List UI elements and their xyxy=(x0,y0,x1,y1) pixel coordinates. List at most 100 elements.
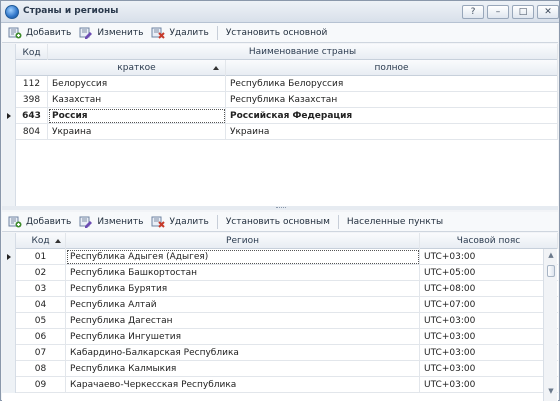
toolbar-separator xyxy=(337,214,339,229)
row-indicator-current xyxy=(2,249,16,265)
region-row-06[interactable]: 06 Республика Ингушетия UTC+03:00 xyxy=(2,329,558,345)
regions-code-header-label: Код xyxy=(31,236,50,246)
regions-edit-button[interactable]: Изменить xyxy=(79,216,143,228)
current-row-icon xyxy=(7,113,11,119)
row-indicator xyxy=(2,313,16,329)
delete-icon xyxy=(151,27,166,39)
country-row-398[interactable]: 398 Казахстан Республика Казахстан xyxy=(2,92,558,108)
row-indicator-header xyxy=(2,233,16,249)
help-button[interactable]: ? xyxy=(462,5,484,19)
region-row-03[interactable]: 03 Республика Бурятия UTC+08:00 xyxy=(2,281,558,297)
regions-region-header[interactable]: Регион xyxy=(66,233,420,249)
regions-toolbar: Добавить Изменить Удалить Установить осн… xyxy=(2,212,558,232)
region-name-cell: Карачаево-Черкесская Республика xyxy=(66,377,420,393)
regions-vertical-scrollbar[interactable]: ▲ ▼ xyxy=(543,249,557,401)
countries-delete-button[interactable]: Удалить xyxy=(151,27,209,39)
region-code-cell: 02 xyxy=(16,265,66,281)
countries-short-header[interactable]: краткое xyxy=(48,60,226,76)
regions-localities-label: Населенные пункты xyxy=(346,216,444,227)
region-name-cell: Кабардино-Балкарская Республика xyxy=(66,345,420,361)
countries-short-header-label: краткое xyxy=(117,63,156,73)
region-timezone-cell: UTC+03:00 xyxy=(420,249,544,265)
region-row-05[interactable]: 05 Республика Дагестан UTC+03:00 xyxy=(2,313,558,329)
current-row-icon xyxy=(7,254,11,260)
toolbar-separator xyxy=(216,25,218,40)
row-indicator-header xyxy=(2,44,16,60)
region-timezone-cell: UTC+03:00 xyxy=(420,329,544,345)
globe-icon xyxy=(5,5,19,19)
countries-edit-button[interactable]: Изменить xyxy=(79,27,143,39)
region-code-cell: 06 xyxy=(16,329,66,345)
region-row-02[interactable]: 02 Республика Башкортостан UTC+05:00 xyxy=(2,265,558,281)
region-row-07[interactable]: 07 Кабардино-Балкарская Республика UTC+0… xyxy=(2,345,558,361)
countries-delete-label: Удалить xyxy=(169,27,209,38)
row-indicator xyxy=(2,361,16,377)
countries-set-default-button[interactable]: Установить основной xyxy=(226,28,328,38)
countries-full-header[interactable]: полное xyxy=(226,60,558,76)
country-short-cell: Белоруссия xyxy=(48,76,226,92)
edit-icon xyxy=(79,27,93,39)
sort-ascending-icon xyxy=(213,66,219,70)
regions-delete-label: Удалить xyxy=(169,216,209,227)
regions-set-default-button[interactable]: Установить основным xyxy=(226,217,330,227)
close-button[interactable]: ✕ xyxy=(537,5,559,19)
window-title: Страны и регионы xyxy=(23,6,119,16)
add-icon xyxy=(8,27,22,38)
scrollbar-thumb[interactable] xyxy=(547,265,555,277)
region-row-01[interactable]: 01 Республика Адыгея (Адыгея) UTC+03:00 xyxy=(2,249,558,265)
region-timezone-cell: UTC+05:00 xyxy=(420,265,544,281)
region-row-09[interactable]: 09 Карачаево-Черкесская Республика UTC+0… xyxy=(2,377,558,393)
region-row-08[interactable]: 08 Республика Калмыкия UTC+03:00 xyxy=(2,361,558,377)
region-timezone-cell: UTC+03:00 xyxy=(420,345,544,361)
maximize-button[interactable]: □ xyxy=(512,5,534,19)
region-timezone-cell: UTC+03:00 xyxy=(420,313,544,329)
row-indicator xyxy=(2,76,16,92)
region-name-cell: Республика Башкортостан xyxy=(66,265,420,281)
region-row-04[interactable]: 04 Республика Алтай UTC+07:00 xyxy=(2,297,558,313)
country-row-804[interactable]: 804 Украина Украина xyxy=(2,124,558,140)
country-code-cell: 112 xyxy=(16,76,48,92)
region-code-cell: 09 xyxy=(16,377,66,393)
country-row-643[interactable]: 643 Россия Российская Федерация xyxy=(2,108,558,124)
region-name-cell: Республика Бурятия xyxy=(66,281,420,297)
regions-set-default-label: Установить основным xyxy=(225,216,330,227)
regions-localities-button[interactable]: Населенные пункты xyxy=(347,217,443,227)
region-name-cell: Республика Дагестан xyxy=(66,313,420,329)
regions-timezone-header[interactable]: Часовой пояс xyxy=(420,233,558,249)
country-short-cell-focused[interactable]: Россия xyxy=(48,108,226,124)
region-code-cell: 08 xyxy=(16,361,66,377)
countries-add-button[interactable]: Добавить xyxy=(8,27,71,39)
grid-splitter[interactable] xyxy=(2,206,558,210)
title-bar[interactable]: Страны и регионы ? – □ ✕ xyxy=(1,1,559,23)
region-code-cell: 03 xyxy=(16,281,66,297)
region-name-cell-focused[interactable]: Республика Адыгея (Адыгея) xyxy=(66,249,420,265)
toolbar-separator xyxy=(216,214,218,229)
country-code-cell: 643 xyxy=(16,108,48,124)
regions-header-row: Код Регион Часовой пояс xyxy=(2,233,558,249)
countries-edit-label: Изменить xyxy=(97,27,144,38)
regions-add-button[interactable]: Добавить xyxy=(8,216,71,228)
row-indicator xyxy=(2,377,16,393)
region-code-cell: 04 xyxy=(16,297,66,313)
regions-delete-button[interactable]: Удалить xyxy=(151,216,209,228)
row-indicator-current xyxy=(2,108,16,124)
country-row-112[interactable]: 112 Белоруссия Республика Белоруссия xyxy=(2,76,558,92)
region-name-cell: Республика Ингушетия xyxy=(66,329,420,345)
country-full-cell: Республика Казахстан xyxy=(226,92,558,108)
row-indicator-empty xyxy=(2,140,16,206)
region-name-cell: Республика Алтай xyxy=(66,297,420,313)
countries-toolbar: Добавить Изменить Удалить Установить осн… xyxy=(2,23,558,43)
scroll-up-arrow-icon[interactable]: ▲ xyxy=(546,251,556,261)
minimize-button[interactable]: – xyxy=(487,5,509,19)
country-full-cell: Украина xyxy=(226,124,558,140)
regions-add-label: Добавить xyxy=(26,216,72,227)
scroll-down-arrow-icon[interactable]: ▼ xyxy=(546,387,556,397)
row-indicator xyxy=(2,124,16,140)
delete-icon xyxy=(151,216,166,228)
countries-regions-window: Страны и регионы ? – □ ✕ Добавить Измени… xyxy=(0,0,560,401)
regions-code-header[interactable]: Код xyxy=(16,233,66,249)
country-short-cell: Украина xyxy=(48,124,226,140)
country-full-cell: Российская Федерация xyxy=(226,108,558,124)
add-icon xyxy=(8,216,22,227)
countries-set-default-label: Установить основной xyxy=(225,27,328,38)
